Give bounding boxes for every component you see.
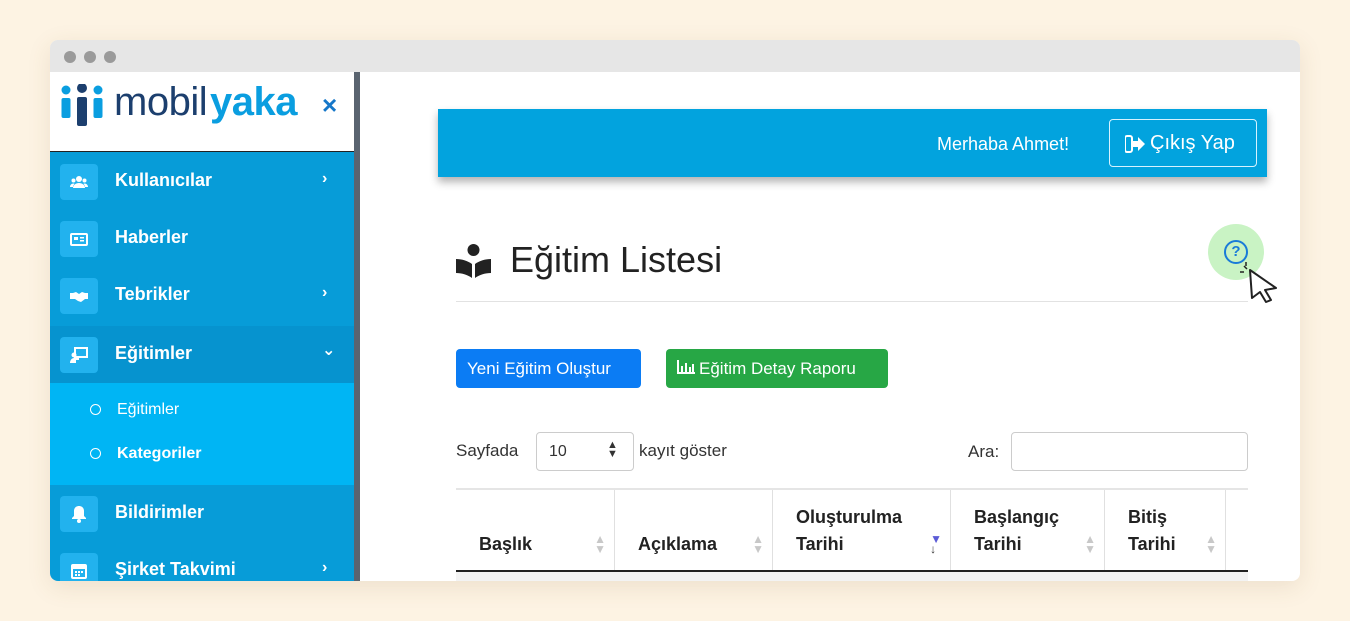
select-arrows-icon: ▲ ▼ [607,439,618,460]
column-header-label: Açıklama [638,534,718,554]
logout-button[interactable]: Çıkış Yap [1109,119,1257,167]
column-header-label: Bitiş Tarihi [1128,507,1176,554]
title-divider [456,301,1248,302]
calendar-icon [60,553,98,581]
table-row[interactable] [456,572,1248,581]
submenu-egitimler: Eğitimler Kategoriler [50,383,354,485]
submenu-item-kategoriler[interactable]: Kategoriler [50,435,354,475]
brand-header: mobil yaka × [50,72,354,152]
brand-name-yaka: yaka [210,80,297,124]
window-dot-icon [104,51,116,63]
training-table: Başlık ▲ ▼ Açıklama ▲ ▼ Oluşturulma Tarihi … [456,488,1248,572]
page-length-suffix: kayıt göster [639,441,727,460]
brand-name-mobil: mobil [114,80,208,124]
mouse-pointer-icon [1240,262,1277,303]
sidebar-item-tebrikler[interactable]: Tebrikler › [50,267,354,324]
search-input[interactable] [1011,432,1248,471]
window-dot-icon [64,51,76,63]
chevron-down-icon: ⌄ [322,342,336,359]
topbar: Merhaba Ahmet! Çıkış Yap [438,109,1267,177]
column-header-label: Oluşturulma Tarihi [796,507,903,554]
sort-icon: ▲ ▼ [1084,532,1096,556]
window-dot-icon [84,51,96,63]
submenu-item-egitimler[interactable]: Eğitimler [50,391,354,431]
page-length-prefix: Sayfada [456,441,519,460]
search-label: Ara: [968,442,1000,461]
column-header-label: Başlangıç Tarihi [974,507,1060,554]
sort-icon: ▲ ▼ [1205,532,1217,556]
greeting-text: Merhaba Ahmet! [937,134,1070,154]
close-sidebar-icon[interactable]: × [322,90,337,121]
sidebar-item-label: Tebrikler [115,284,190,304]
column-header-bitis-tarihi[interactable]: Bitiş Tarihi ▲ ▼ [1105,490,1226,572]
page-length-select[interactable]: 10 ▲ ▼ [536,432,634,471]
brand-logo-icon [61,84,103,126]
chevron-right-icon: › [322,170,328,187]
sidebar-item-haberler[interactable]: Haberler [50,210,354,267]
newspaper-icon [60,221,98,257]
window-titlebar [50,40,1300,72]
sidebar-item-sirket-takvimi[interactable]: Şirket Takvimi › [50,542,354,581]
circle-icon [90,448,101,459]
sidebar-item-label: Şirket Takvimi [115,559,236,579]
sidebar-divider [354,72,360,581]
column-header-label: Başlık [479,534,533,554]
chevron-right-icon: › [322,559,328,576]
column-header-baslangic-tarihi[interactable]: Başlangıç Tarihi ▲ ▼ [951,490,1105,572]
users-icon [60,164,98,200]
page-title: Eğitim Listesi [510,239,723,280]
submenu-item-label: Kategoriler [117,445,202,462]
sort-icon: ▲ ▼ [594,532,606,556]
new-training-button[interactable]: Yeni Eğitim Oluştur [456,349,641,388]
chart-bar-icon [677,360,695,374]
sign-out-icon [1125,135,1145,153]
bell-icon [60,496,98,532]
column-header-baslik[interactable]: Başlık ▲ ▼ [456,490,615,572]
circle-icon [90,404,101,415]
sidebar-item-label: Haberler [115,227,189,247]
page-length-value: 10 [549,443,567,460]
submenu-item-label: Eğitimler [117,401,180,418]
handshake-icon [60,278,98,314]
training-report-button[interactable]: Eğitim Detay Raporu [666,349,888,388]
sidebar-item-label: Eğitimler [115,343,193,363]
sidebar-item-bildirimler[interactable]: Bildirimler [50,485,354,542]
sidebar-item-label: Bildirimler [115,502,205,522]
column-header-olusturulma-tarihi[interactable]: Oluşturulma Tarihi ▼ ↓ [773,490,951,572]
sidebar-item-kullanicilar[interactable]: Kullanıcılar › [50,153,354,210]
sidebar-item-label: Kullanıcılar [115,170,213,190]
sidebar-item-egitimler[interactable]: Eğitimler ⌄ [50,326,354,383]
training-report-label: Eğitim Detay Raporu [699,359,856,378]
chevron-right-icon: › [322,284,328,301]
chalkboard-teacher-icon [60,337,98,373]
new-training-label: Yeni Eğitim Oluştur [467,359,611,378]
app-window: mobil yaka × Kullanıcılar › Haberler Teb… [50,40,1300,581]
book-reader-icon [456,244,491,278]
sort-icon: ▲ ▼ [752,532,764,556]
sort-desc-icon: ▼ ↓ [930,532,942,556]
sidebar: mobil yaka × Kullanıcılar › Haberler Teb… [50,72,354,581]
column-header-aciklama[interactable]: Açıklama ▲ ▼ [615,490,773,572]
logout-label: Çıkış Yap [1150,132,1235,154]
